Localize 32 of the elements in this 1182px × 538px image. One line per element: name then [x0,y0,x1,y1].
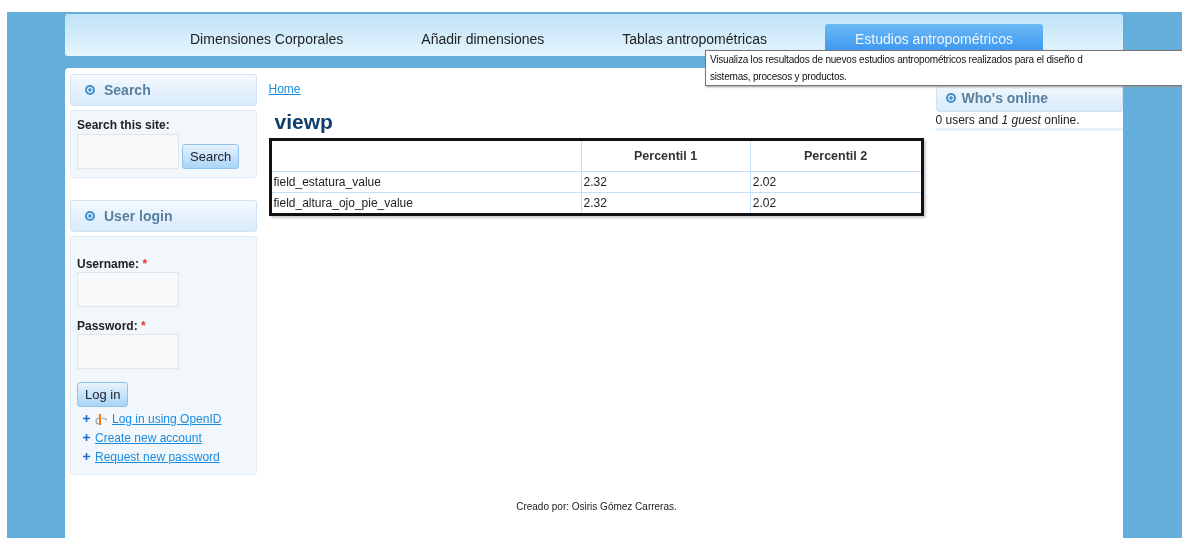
nav-tab[interactable]: Tablas antropométricas [602,24,787,56]
openid-icon [95,412,107,425]
block-title: User login [104,208,173,224]
password-field[interactable] [77,334,179,369]
plus-circle-icon [85,85,95,95]
field-label: Search this site: [77,118,171,132]
column-header: Percentil 1 [581,139,751,172]
tooltip-text: sistemas, procesos y productos. [710,70,847,84]
bullet-icon [83,415,90,422]
nav-tab[interactable]: Dimensiones Corporales [170,24,364,56]
bullet-icon [83,453,90,460]
table-cell: field_altura_ojo_pie_value [270,192,581,215]
field-label: Password: * [77,319,147,333]
block-title: Search [104,82,151,98]
table-cell: 2.32 [581,192,751,215]
nav-tab[interactable]: Añadir dimensiones [401,24,565,56]
online-status-text: 0 users and 1 guest online. [935,113,1123,131]
plus-circle-icon [945,92,956,103]
block-title: Who's online [961,89,1049,106]
breadcrumb-link[interactable]: Home [268,82,301,96]
bullet-icon [83,434,90,441]
table-cell: field_estatura_value [270,171,581,193]
plus-circle-icon [85,211,95,221]
field-label: Username: * [77,257,149,271]
footer-credit: Creado por: Osiris Gómez Carreras. [516,501,677,512]
search-field[interactable] [77,134,179,169]
username-field[interactable] [77,272,179,307]
search-button[interactable]: Search [182,144,240,169]
page-title: viewp [274,110,334,134]
table-cell: 2.32 [581,171,751,193]
login-button[interactable]: Log in [77,382,129,407]
tooltip-text: Visualiza los resultados de nuevos estudios antropométricos realizados para el diseño d [710,53,1083,67]
